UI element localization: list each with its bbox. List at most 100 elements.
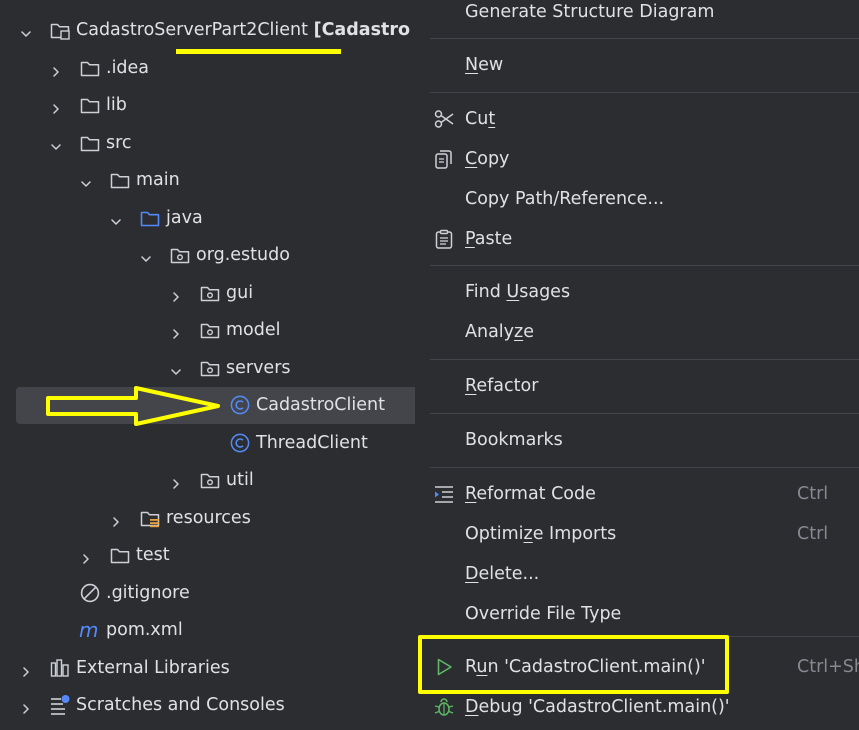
tree-row[interactable]: CadastroServerPart2Client [Cadastro (0, 12, 415, 49)
tree-row[interactable]: src (0, 125, 415, 162)
menu-item[interactable]: Analyze (415, 314, 859, 350)
module-folder-icon (49, 19, 71, 41)
menu-item[interactable]: Paste (415, 221, 859, 257)
chevron-right-icon[interactable] (51, 62, 60, 77)
package-icon (199, 282, 221, 304)
chevron-right-icon[interactable] (81, 549, 90, 564)
tree-row[interactable]: resources (0, 500, 415, 537)
tree-row[interactable]: External Libraries (0, 650, 415, 687)
menu-item-label: Bookmarks (465, 430, 563, 450)
tree-row-label: .idea (106, 57, 150, 78)
tree-row[interactable]: .idea (0, 50, 415, 87)
tree-row-label: main (136, 170, 180, 190)
tree-row[interactable]: m pom.xml (0, 612, 415, 649)
menu-item[interactable]: Run 'CadastroClient.main()' Ctrl+Sh (415, 649, 859, 685)
menu-item-shortcut: Ctrl (797, 524, 829, 544)
menu-separator (430, 265, 859, 266)
package-icon (199, 357, 221, 379)
chevron-right-icon[interactable] (171, 474, 180, 489)
menu-separator (430, 359, 859, 360)
menu-item-label: Cut (465, 109, 496, 129)
menu-separator (430, 467, 859, 468)
java-class-icon (229, 432, 251, 454)
chevron-down-icon[interactable] (141, 249, 151, 262)
tree-row-label: External Libraries (76, 657, 230, 678)
menu-item[interactable]: Override File Type (415, 596, 859, 632)
debug-icon (433, 696, 455, 718)
source-root-folder-icon (139, 207, 161, 229)
menu-item-shortcut: Ctrl (797, 484, 829, 504)
tree-row-label: org.estudo (196, 245, 290, 265)
context-menu: Generate Structure Diagram New Cut Copy Copy… (415, 0, 859, 730)
chevron-right-icon[interactable] (111, 512, 120, 527)
chevron-right-icon[interactable] (51, 99, 60, 114)
menu-item[interactable]: New (415, 47, 859, 83)
menu-item[interactable]: Generate Structure Diagram (415, 0, 859, 30)
chevron-down-icon[interactable] (171, 362, 181, 375)
menu-separator (430, 413, 859, 414)
folder-icon (109, 544, 131, 566)
menu-separator (430, 38, 859, 39)
tree-row-label: CadastroClient (256, 395, 385, 415)
menu-item[interactable]: Copy Path/Reference... (415, 181, 859, 217)
menu-item-label: Delete... (465, 564, 540, 584)
tree-row[interactable]: util (0, 462, 415, 499)
tree-row[interactable]: org.estudo (0, 237, 415, 274)
chevron-down-icon[interactable] (51, 137, 61, 150)
tree-row-label: test (136, 545, 170, 565)
menu-separator (430, 92, 859, 93)
menu-item-label: Refactor (465, 376, 539, 396)
tree-row[interactable]: main (0, 162, 415, 199)
package-icon (169, 244, 191, 266)
tree-row[interactable]: model (0, 312, 415, 349)
menu-item[interactable]: Copy (415, 141, 859, 177)
tree-row[interactable]: lib (0, 87, 415, 124)
tree-row-label: model (226, 320, 281, 340)
menu-item-label: Find Usages (465, 282, 571, 302)
chevron-right-icon[interactable] (171, 324, 180, 339)
menu-item[interactable]: Optimize Imports Ctrl (415, 516, 859, 552)
tree-row[interactable]: .gitignore (0, 575, 415, 612)
tree-row-label: util (226, 470, 254, 490)
folder-icon (79, 94, 101, 116)
svg-text:m: m (79, 619, 98, 641)
tree-row-label: lib (106, 95, 127, 115)
chevron-down-icon[interactable] (21, 24, 31, 37)
menu-item-label: Run 'CadastroClient.main()' (465, 657, 706, 677)
tree-row[interactable]: Scratches and Consoles (0, 687, 415, 724)
menu-item-label: Override File Type (465, 604, 622, 624)
module-name-suffix: [Cadastro (313, 20, 411, 40)
chevron-right-icon[interactable] (21, 662, 30, 677)
paste-icon (433, 228, 455, 250)
tree-row-label: Scratches and Consoles (76, 695, 285, 715)
libraries-icon (49, 657, 71, 679)
menu-item[interactable]: Find Usages (415, 274, 859, 310)
menu-item[interactable]: Refactor (415, 368, 859, 404)
tree-row[interactable]: gui (0, 275, 415, 312)
chevron-right-icon[interactable] (21, 699, 30, 714)
menu-item[interactable]: Bookmarks (415, 422, 859, 458)
tree-row[interactable]: ThreadClient (0, 425, 415, 462)
tree-row[interactable]: test (0, 537, 415, 574)
chevron-down-icon[interactable] (111, 212, 121, 225)
tree-row[interactable]: CadastroClient (16, 387, 415, 424)
chevron-down-icon[interactable] (81, 174, 91, 187)
menu-item[interactable]: Reformat Code Ctrl (415, 476, 859, 512)
package-icon (199, 469, 221, 491)
tree-row-label: gui (226, 282, 254, 303)
menu-item[interactable]: Cut (415, 101, 859, 137)
menu-item-label: Optimize Imports (465, 524, 617, 544)
menu-item[interactable]: Delete... (415, 556, 859, 592)
tree-row[interactable]: servers (0, 350, 415, 387)
menu-item-shortcut: Ctrl+Sh (797, 657, 859, 677)
chevron-right-icon[interactable] (171, 287, 180, 302)
menu-item[interactable]: Debug 'CadastroClient.main()' (415, 689, 859, 725)
menu-item-label: Copy (465, 149, 510, 169)
tree-row-label: src (106, 132, 132, 153)
tree-row[interactable]: java (0, 200, 415, 237)
folder-icon (79, 132, 101, 154)
maven-icon: m (79, 618, 101, 642)
tree-row-label: .gitignore (106, 582, 190, 603)
tree-row-label: CadastroServerPart2Client [Cadastro (76, 20, 411, 40)
menu-item-label: Copy Path/Reference... (465, 189, 665, 209)
